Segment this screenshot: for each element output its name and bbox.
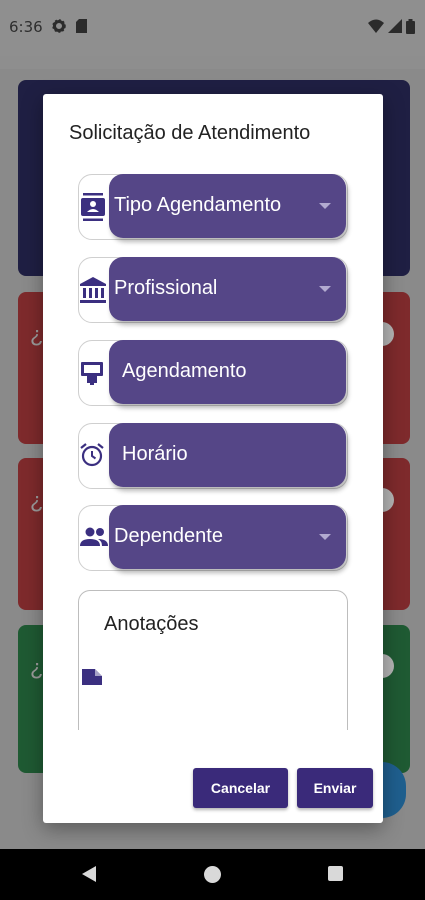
field-label: Agendamento: [122, 360, 247, 382]
appointment-request-dialog: Solicitação de Atendimento Tipo Agendame…: [43, 94, 383, 823]
back-icon[interactable]: [82, 866, 96, 882]
field-pill: Agendamento: [109, 340, 346, 404]
alarm-clock-icon: [79, 442, 107, 470]
field-pill: Profissional: [109, 257, 346, 321]
people-icon: [79, 524, 108, 552]
home-icon[interactable]: [204, 866, 221, 883]
dependent-dropdown[interactable]: Dependente: [78, 505, 348, 571]
calendar-card-icon: [79, 359, 107, 387]
background-card-icon: ¿: [30, 655, 44, 680]
status-time: 6:36: [9, 18, 43, 36]
background-card-icon: ¿: [30, 488, 44, 513]
chevron-down-icon: [319, 534, 331, 540]
cancel-button[interactable]: Cancelar: [193, 768, 288, 808]
field-pill: Horário: [109, 423, 346, 487]
appointment-date-field[interactable]: Agendamento: [78, 340, 348, 406]
wifi-icon: [368, 19, 384, 38]
chevron-down-icon: [319, 286, 331, 292]
battery-icon: [406, 19, 415, 39]
field-label: Horário: [122, 443, 188, 465]
note-icon: [80, 665, 104, 689]
field-pill: Dependente: [109, 505, 346, 569]
chevron-down-icon: [319, 203, 331, 209]
dialog-title: Solicitação de Atendimento: [69, 122, 311, 144]
field-label: Profissional: [114, 277, 218, 299]
background-card-icon: ¿: [30, 322, 44, 347]
signal-icon: [388, 19, 402, 38]
status-bar: 6:36: [0, 0, 425, 56]
app-toolbar: [0, 56, 425, 69]
badge-icon: [79, 193, 107, 221]
notes-label: Anotações: [104, 613, 199, 635]
field-label: Tipo Agendamento: [114, 194, 282, 216]
recent-apps-icon[interactable]: [328, 866, 343, 881]
settings-icon: [52, 19, 66, 38]
appointment-type-dropdown[interactable]: Tipo Agendamento: [78, 174, 348, 240]
field-pill: Tipo Agendamento: [109, 174, 346, 238]
send-button[interactable]: Enviar: [297, 768, 373, 808]
professional-dropdown[interactable]: Profissional: [78, 257, 348, 323]
notes-textarea[interactable]: Anotações: [78, 590, 348, 730]
sim-card-icon: [76, 19, 87, 38]
bank-icon: [79, 276, 107, 304]
field-label: Dependente: [114, 525, 223, 547]
time-field[interactable]: Horário: [78, 423, 348, 489]
